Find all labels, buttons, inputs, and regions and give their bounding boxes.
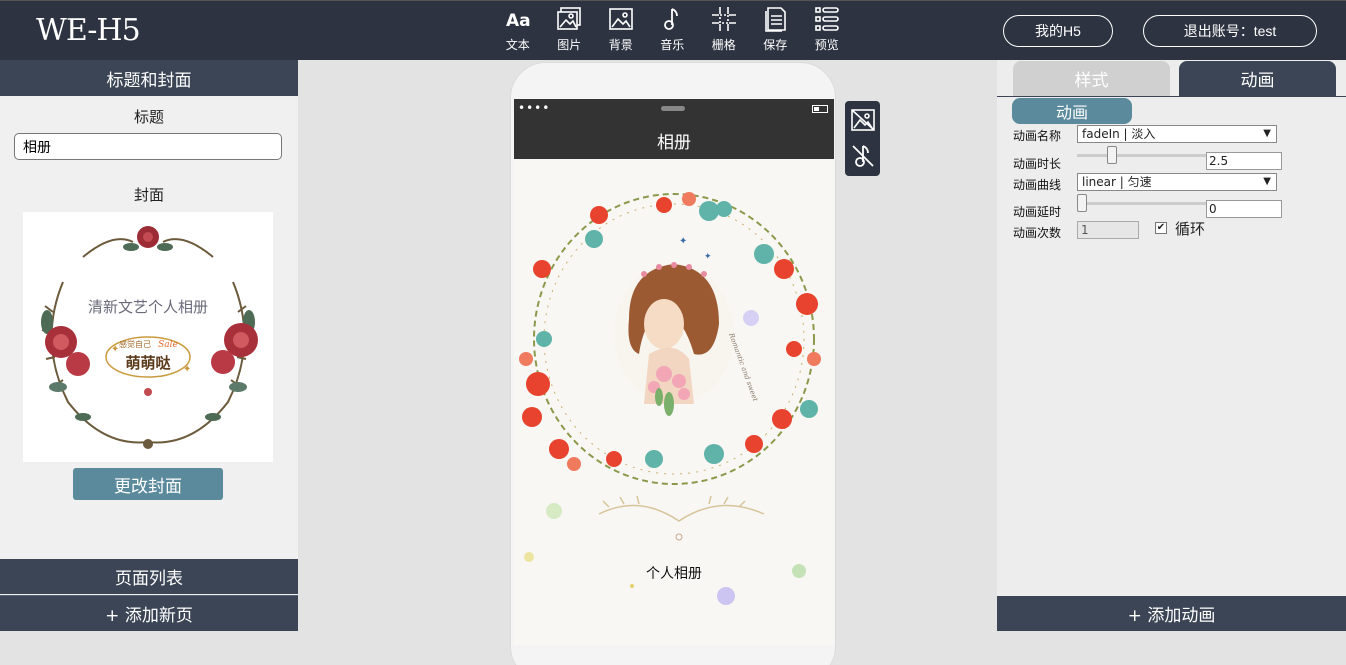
- svg-text:✦: ✦: [111, 344, 119, 355]
- duration-input[interactable]: 2.5: [1206, 152, 1282, 170]
- grid-icon: [711, 7, 736, 31]
- animation-name-label: 动画名称: [1013, 129, 1062, 143]
- title-cover-header: 标题和封面: [0, 60, 298, 96]
- album-caption[interactable]: 个人相册: [514, 563, 834, 583]
- svg-text:Aa: Aa: [506, 11, 531, 31]
- animation-subtab[interactable]: 动画: [1012, 98, 1132, 124]
- change-cover-button[interactable]: 更改封面: [73, 468, 223, 500]
- no-background-icon[interactable]: [850, 107, 876, 133]
- animation-name-select[interactable]: fadeIn | 淡入: [1077, 125, 1277, 143]
- right-panel: 样式 动画 动画 动画名称 fadeIn | 淡入 动画时长 2.5 动画曲线 …: [997, 60, 1346, 631]
- cover-wreath: 清新文艺个人相册 感觉自己 Sale 萌萌哒 ✦ ✦: [41, 226, 258, 449]
- image-icon: [608, 8, 633, 30]
- tool-text-label: 文本: [505, 38, 530, 52]
- title-label: 标题: [133, 108, 164, 126]
- my-h5-button[interactable]: 我的H5: [1003, 15, 1113, 47]
- add-animation-button[interactable]: + 添加动画: [997, 596, 1346, 631]
- tool-music-label: 音乐: [660, 38, 685, 52]
- animation-duration-label: 动画时长: [1013, 157, 1062, 171]
- tool-save-label: 保存: [763, 38, 788, 52]
- tab-divider: [997, 96, 1346, 97]
- title-input[interactable]: [14, 133, 282, 160]
- duration-slider[interactable]: [1077, 146, 1207, 164]
- cover-image: 清新文艺个人相册 感觉自己 Sale 萌萌哒 ✦ ✦: [23, 212, 273, 462]
- add-page-button[interactable]: + 添加新页: [0, 595, 298, 631]
- tool-preview[interactable]: 预览: [801, 5, 853, 55]
- left-panel: 标题和封面 标题 封面: [0, 60, 298, 631]
- tool-grid[interactable]: 栅格: [698, 5, 750, 55]
- signal-dots: ••••: [518, 101, 551, 115]
- animation-curve-label: 动画曲线: [1013, 178, 1062, 192]
- phone-screen[interactable]: •••• 相册 Romantic and sweet ✦ ✦ 个人相册: [514, 99, 834, 645]
- delay-input[interactable]: 0: [1206, 200, 1282, 218]
- animation-curve-select[interactable]: linear | 匀速: [1077, 173, 1277, 191]
- music-note-icon: [664, 8, 679, 30]
- logout-button[interactable]: 退出账号：test: [1143, 15, 1317, 47]
- phone-nav-title: 相册: [514, 121, 834, 159]
- toolbar: Aa 文本 图片 背景 音乐 栅格 保存 预览: [492, 5, 853, 55]
- svg-text:Sale: Sale: [158, 340, 178, 350]
- no-music-icon[interactable]: [850, 143, 876, 169]
- tool-background-label: 背景: [608, 38, 633, 52]
- phone-status-bar: ••••: [514, 99, 834, 121]
- list-icon: [814, 7, 839, 31]
- battery-icon: [812, 105, 828, 113]
- loop-label: 循环: [1175, 220, 1206, 238]
- delay-slider[interactable]: [1077, 194, 1207, 212]
- svg-text:✦: ✦: [183, 364, 191, 375]
- loop-checkbox[interactable]: ✔: [1155, 222, 1167, 234]
- svg-text:Romantic and sweet: Romantic and sweet: [727, 331, 760, 403]
- document-icon: [765, 7, 787, 32]
- tool-background[interactable]: 背景: [595, 5, 647, 55]
- tool-preview-label: 预览: [814, 38, 839, 52]
- tool-music[interactable]: 音乐: [647, 5, 699, 55]
- animation-count-label: 动画次数: [1013, 226, 1062, 240]
- tool-grid-label: 栅格: [711, 38, 736, 52]
- tab-animation[interactable]: 动画: [1179, 61, 1336, 96]
- tool-text[interactable]: Aa 文本: [492, 5, 544, 55]
- text-icon: Aa: [506, 11, 531, 31]
- svg-text:✦: ✦: [704, 252, 712, 262]
- phone-frame: •••• 相册 Romantic and sweet ✦ ✦ 个人相册: [510, 62, 836, 665]
- animation-count-input[interactable]: 1: [1077, 221, 1139, 239]
- images-icon: [557, 7, 582, 30]
- tool-images[interactable]: 图片: [544, 5, 596, 55]
- tool-save[interactable]: 保存: [750, 5, 802, 55]
- svg-text:清新文艺个人相册: 清新文艺个人相册: [88, 298, 208, 316]
- svg-text:感觉自己: 感觉自己: [119, 339, 151, 349]
- svg-text:✦: ✦: [679, 236, 687, 247]
- delay-slider-handle[interactable]: [1077, 194, 1087, 212]
- cover-label: 封面: [133, 186, 164, 204]
- page-list-header: 页面列表: [0, 559, 298, 594]
- tool-images-label: 图片: [557, 38, 582, 52]
- svg-text:萌萌哒: 萌萌哒: [125, 354, 171, 372]
- animation-delay-label: 动画延时: [1013, 205, 1062, 219]
- app-logo[interactable]: WE-H5: [36, 13, 141, 48]
- top-bar: WE-H5 Aa 文本 图片 背景 音乐 栅格 保存 预览 我的H5 退出账号：…: [0, 0, 1346, 60]
- phone-notch: [661, 106, 685, 111]
- duration-slider-handle[interactable]: [1107, 146, 1117, 164]
- side-tools: [845, 101, 880, 176]
- tab-style[interactable]: 样式: [1013, 61, 1170, 96]
